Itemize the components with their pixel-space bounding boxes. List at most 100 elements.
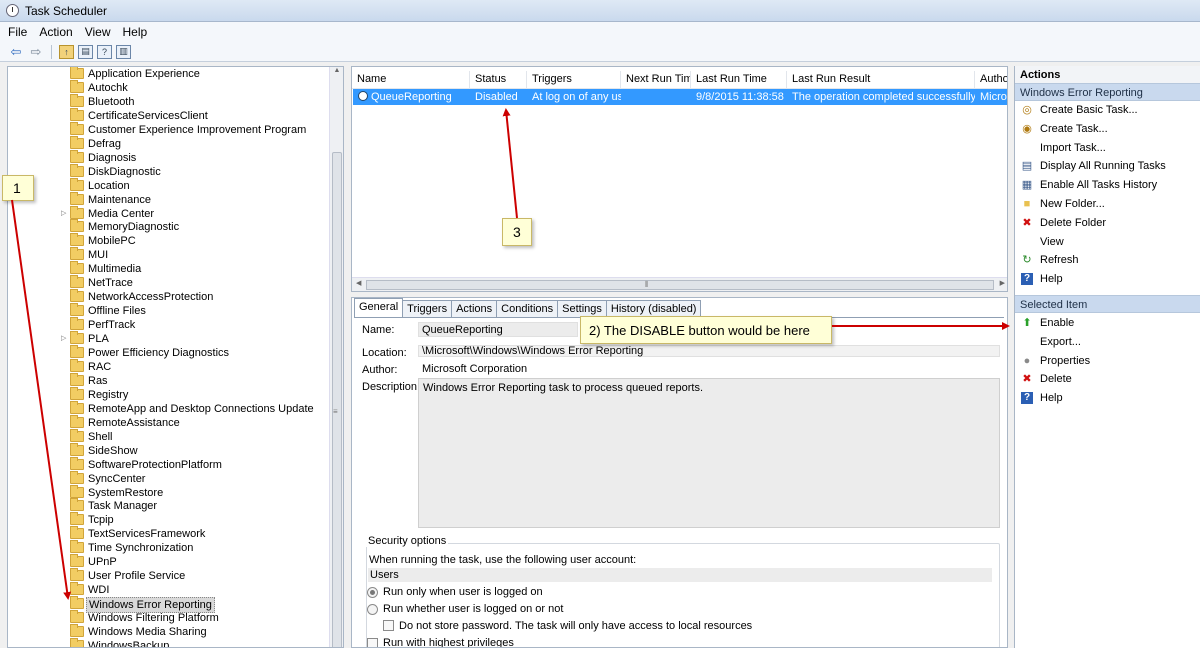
radio-whether-logged-on[interactable] [367, 604, 378, 615]
action-help[interactable]: ? Help [1015, 389, 1200, 407]
tree-item-rac[interactable]: RAC [8, 358, 328, 374]
expand-arrow-icon[interactable]: ▷ [61, 209, 69, 217]
tab-settings[interactable]: Settings [557, 300, 607, 317]
action-enable[interactable]: ⬆ Enable [1015, 314, 1200, 332]
column-author[interactable]: Autho [975, 71, 1007, 89]
description-field[interactable]: Windows Error Reporting task to process … [418, 378, 1000, 528]
task-row[interactable]: QueueReporting Disabled At log on of any… [353, 89, 1007, 105]
action-delete[interactable]: ✖ Delete [1015, 370, 1200, 388]
folder-actions-section[interactable]: Windows Error Reporting [1015, 83, 1200, 101]
action-refresh[interactable]: ↻ Refresh [1015, 251, 1200, 269]
tree-item-defrag[interactable]: Defrag [8, 135, 328, 151]
tree-item-registry[interactable]: Registry [8, 386, 328, 402]
back-arrow-icon[interactable]: ⇦ [8, 44, 24, 60]
tree-item-windows-media-sharing[interactable]: Windows Media Sharing [8, 624, 328, 639]
tree-item-windowsbackup[interactable]: WindowsBackup [8, 637, 328, 647]
action-create-task[interactable]: ◉ Create Task... [1015, 120, 1200, 138]
tab-actions[interactable]: Actions [451, 300, 498, 317]
tree-item-remoteapp-and-desktop-connections-update[interactable]: RemoteApp and Desktop Connections Update [8, 400, 328, 416]
column-triggers[interactable]: Triggers [527, 71, 621, 89]
tree-item-diskdiagnostic[interactable]: DiskDiagnostic [8, 163, 328, 179]
menu-help[interactable]: Help [123, 25, 148, 39]
column-status[interactable]: Status [470, 71, 527, 89]
checkbox-no-password[interactable] [383, 620, 394, 631]
scrollbar-thumb[interactable] [332, 152, 342, 647]
action-properties[interactable]: ● Properties [1015, 352, 1200, 370]
tree-item-bluetooth[interactable]: Bluetooth [8, 93, 328, 109]
tree-item-shell[interactable]: Shell [8, 428, 328, 444]
scroll-up-arrow[interactable]: ▲ [330, 67, 343, 74]
tab-triggers[interactable]: Triggers [402, 300, 453, 317]
tree-item-softwareprotectionplatform[interactable]: SoftwareProtectionPlatform [8, 456, 328, 472]
action-view[interactable]: View [1015, 233, 1200, 251]
tree-item-ras[interactable]: Ras [8, 372, 328, 388]
tree-item-task-manager[interactable]: Task Manager [8, 498, 328, 513]
action-help[interactable]: ? Help [1015, 270, 1200, 288]
tree-item-certificateservicesclient[interactable]: CertificateServicesClient [8, 107, 328, 123]
action-delete-folder[interactable]: ✖ Delete Folder [1015, 214, 1200, 232]
tree-item-mobilepc[interactable]: MobilePC [8, 233, 328, 248]
tree-item-mui[interactable]: MUI [8, 247, 328, 262]
action-new-folder[interactable]: ■ New Folder... [1015, 195, 1200, 213]
action-label: New Folder... [1040, 198, 1105, 210]
tree-item-customer-experience-improvement-program[interactable]: Customer Experience Improvement Program [8, 121, 328, 137]
expand-arrow-icon[interactable]: ▷ [61, 334, 69, 342]
tree-item-offline-files[interactable]: Offline Files [8, 303, 328, 318]
show-hide-console-tree-icon[interactable]: ▤ [78, 44, 93, 59]
tree-item-memorydiagnostic[interactable]: MemoryDiagnostic [8, 219, 328, 234]
scroll-left-arrow[interactable]: ◀ [356, 279, 361, 287]
tree-item-user-profile-service[interactable]: User Profile Service [8, 568, 328, 583]
tree-item-power-efficiency-diagnostics[interactable]: Power Efficiency Diagnostics [8, 345, 328, 360]
tree-item-windows-error-reporting[interactable]: Windows Error Reporting [8, 596, 328, 614]
name-field[interactable]: QueueReporting [418, 323, 503, 337]
tree-item-media-center[interactable]: ▷ Media Center [8, 205, 328, 221]
tree-item-windows-filtering-platform[interactable]: Windows Filtering Platform [8, 610, 328, 625]
action-display-all-running-tasks[interactable]: ▤ Display All Running Tasks [1015, 157, 1200, 175]
checkbox-highest-privileges[interactable] [367, 638, 378, 647]
menu-action[interactable]: Action [39, 25, 72, 39]
up-folder-icon[interactable]: ↑ [59, 44, 74, 59]
tree-item-networkaccessprotection[interactable]: NetworkAccessProtection [8, 289, 328, 304]
console-tree[interactable]: ▲ ≡ Application Experience Autochk Bluetoo… [7, 66, 344, 648]
column-last-run-result[interactable]: Last Run Result [787, 71, 975, 89]
radio-logged-on[interactable] [367, 587, 378, 598]
tree-item-pla[interactable]: ▷ PLA [8, 331, 328, 346]
forward-arrow-icon[interactable]: ⇨ [28, 44, 44, 60]
tab-conditions[interactable]: Conditions [496, 300, 559, 317]
tree-item-tcpip[interactable]: Tcpip [8, 512, 328, 527]
tree-item-nettrace[interactable]: NetTrace [8, 275, 328, 290]
tree-item-sideshow[interactable]: SideShow [8, 442, 328, 458]
column-name[interactable]: Name [352, 71, 470, 89]
tree-item-diagnosis[interactable]: Diagnosis [8, 149, 328, 165]
tree-item-autochk[interactable]: Autochk [8, 79, 328, 95]
action-enable-all-tasks-history[interactable]: ▦ Enable All Tasks History [1015, 176, 1200, 194]
tree-item-textservicesframework[interactable]: TextServicesFramework [8, 526, 328, 541]
column-next-run-time[interactable]: Next Run Time [621, 71, 691, 89]
tree-item-time-synchronization[interactable]: Time Synchronization [8, 540, 328, 555]
scroll-right-arrow[interactable]: ▶ [1000, 279, 1005, 287]
selected-item-section[interactable]: Selected Item [1015, 295, 1200, 313]
tree-item-systemrestore[interactable]: SystemRestore [8, 484, 328, 500]
tab-general[interactable]: General [354, 298, 404, 317]
help-icon[interactable]: ? [97, 44, 112, 59]
tree-item-wdi[interactable]: WDI [8, 582, 328, 597]
show-hide-action-pane-icon[interactable]: ▥ [116, 44, 131, 59]
tab-history[interactable]: History (disabled) [605, 300, 702, 317]
action-create-basic-task[interactable]: ◎ Create Basic Task... [1015, 101, 1200, 119]
action-export[interactable]: Export... [1015, 333, 1200, 351]
tree-item-remoteassistance[interactable]: RemoteAssistance [8, 414, 328, 430]
scrollbar-thumb[interactable]: ⦀ [366, 280, 994, 290]
tree-item-application-experience[interactable]: Application Experience [8, 67, 328, 81]
tree-item-perftrack[interactable]: PerfTrack [8, 317, 328, 332]
tree-item-synccenter[interactable]: SyncCenter [8, 470, 328, 486]
tree-item-maintenance[interactable]: Maintenance [8, 191, 328, 207]
menu-file[interactable]: File [8, 25, 27, 39]
action-import-task[interactable]: Import Task... [1015, 139, 1200, 157]
menu-view[interactable]: View [85, 25, 111, 39]
tree-item-upnp[interactable]: UPnP [8, 554, 328, 569]
tree-item-location[interactable]: Location [8, 177, 328, 193]
tree-vertical-scrollbar[interactable]: ▲ ≡ [329, 67, 343, 647]
tree-item-multimedia[interactable]: Multimedia [8, 261, 328, 276]
column-last-run-time[interactable]: Last Run Time [691, 71, 787, 89]
task-list-horizontal-scrollbar[interactable]: ◀ ⦀ ▶ [352, 277, 1007, 291]
